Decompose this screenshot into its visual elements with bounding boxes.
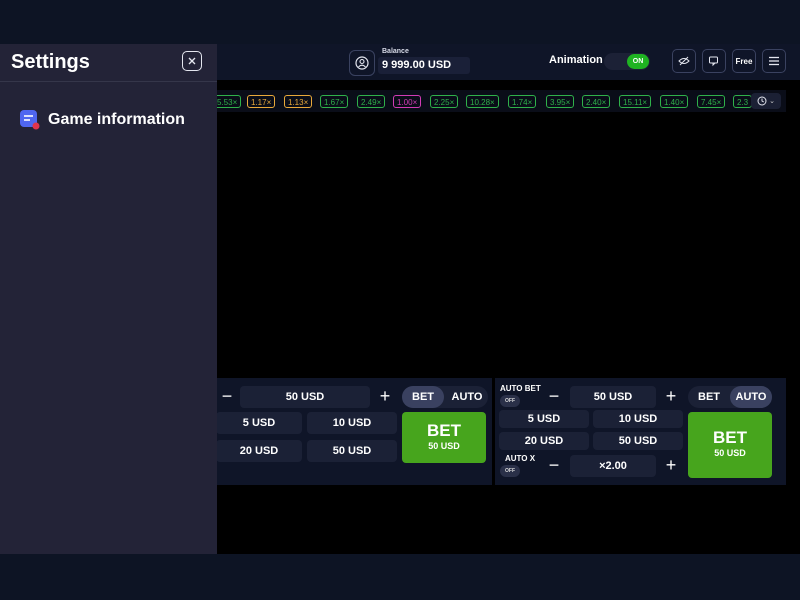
quick-amount-20[interactable]: 20 USD xyxy=(499,432,589,450)
multiplier-chip: 2.25× xyxy=(430,95,459,108)
history-button[interactable]: ⌄ xyxy=(751,93,781,109)
multiplier-chip: 2.3 xyxy=(733,95,753,108)
user-icon xyxy=(355,56,369,70)
multiplier-chip: 2.40× xyxy=(582,95,611,108)
balance-value: 9 999.00 USD xyxy=(378,57,470,74)
multiplier-history: 5.53× 1.17× 1.13× 1.67× 2.49× 1.00× 2.25× 10.28… xyxy=(213,90,786,112)
bet-amount-input[interactable]: 50 USD xyxy=(570,386,656,408)
bet-button[interactable]: BET 50 USD xyxy=(688,412,772,478)
menu-button[interactable] xyxy=(762,49,786,73)
profile-button[interactable] xyxy=(349,50,375,76)
decrease-multiplier-button[interactable]: − xyxy=(543,455,565,477)
free-bets-button[interactable]: Free xyxy=(732,49,756,73)
auto-x-toggle[interactable]: OFF xyxy=(500,465,520,477)
bet-button-label: BET xyxy=(713,428,747,447)
chat-button[interactable] xyxy=(702,49,726,73)
multiplier-chip: 1.74× xyxy=(508,95,537,108)
quick-amount-10[interactable]: 10 USD xyxy=(307,412,397,434)
quick-amount-20[interactable]: 20 USD xyxy=(216,440,302,462)
quick-amount-50[interactable]: 50 USD xyxy=(307,440,397,462)
chat-icon xyxy=(709,56,718,67)
game-info-icon xyxy=(20,110,40,130)
settings-title: Settings xyxy=(11,51,90,73)
auto-bet-label: AUTO BET xyxy=(500,384,541,393)
increase-multiplier-button[interactable]: + xyxy=(660,455,682,477)
quick-amount-10[interactable]: 10 USD xyxy=(593,410,683,428)
tab-auto[interactable]: AUTO xyxy=(446,386,488,408)
multiplier-chip: 1.13× xyxy=(284,95,313,108)
auto-x-label: AUTO X xyxy=(505,454,536,463)
balance-label: Balance xyxy=(382,48,409,55)
decrease-amount-button[interactable]: − xyxy=(216,386,238,408)
chevron-down-icon: ⌄ xyxy=(769,98,775,105)
bet-button-amount: 50 USD xyxy=(714,448,746,458)
bet-button-label: BET xyxy=(427,421,461,440)
multiplier-chip: 1.67× xyxy=(320,95,349,108)
tab-bet[interactable]: BET xyxy=(402,386,444,408)
bet-panel-1: − 50 USD + BET AUTO 5 USD 10 USD 20 USD … xyxy=(216,378,492,485)
hamburger-icon xyxy=(769,56,779,66)
bet-amount-input[interactable]: 50 USD xyxy=(240,386,370,408)
bottom-band xyxy=(0,554,800,600)
settings-item-game-information[interactable]: Game information xyxy=(20,110,185,130)
quick-amount-50[interactable]: 50 USD xyxy=(593,432,683,450)
quick-amount-5[interactable]: 5 USD xyxy=(216,412,302,434)
increase-amount-button[interactable]: + xyxy=(374,386,396,408)
bet-mode-tabs: BET AUTO xyxy=(688,386,772,408)
multiplier-chip: 3.95× xyxy=(546,95,575,108)
quick-amount-5[interactable]: 5 USD xyxy=(499,410,589,428)
auto-cashout-input[interactable]: ×2.00 xyxy=(570,455,656,477)
animation-toggle-state: ON xyxy=(627,54,649,69)
animation-toggle[interactable]: ON xyxy=(604,53,650,70)
decrease-amount-button[interactable]: − xyxy=(543,386,565,408)
clock-icon xyxy=(757,96,767,106)
eye-off-icon xyxy=(678,56,690,66)
bet-button[interactable]: BET 50 USD xyxy=(402,412,486,463)
settings-item-label: Game information xyxy=(48,111,185,128)
multiplier-chip: 1.00× xyxy=(393,95,422,108)
bet-button-amount: 50 USD xyxy=(428,441,460,451)
multiplier-chip: 1.40× xyxy=(660,95,689,108)
increase-amount-button[interactable]: + xyxy=(660,386,682,408)
tab-bet[interactable]: BET xyxy=(688,386,730,408)
multiplier-chip: 2.49× xyxy=(357,95,386,108)
auto-bet-toggle[interactable]: OFF xyxy=(500,395,520,407)
multiplier-chip: 7.45× xyxy=(697,95,726,108)
hide-chat-button[interactable] xyxy=(672,49,696,73)
settings-divider xyxy=(0,81,217,82)
bet-mode-tabs: BET AUTO xyxy=(402,386,488,408)
bet-panel-2: AUTO BET OFF − 50 USD + BET AUTO 5 USD 1… xyxy=(495,378,786,485)
multiplier-chip: 10.28× xyxy=(466,95,499,108)
top-band xyxy=(0,0,800,44)
tab-auto[interactable]: AUTO xyxy=(730,386,772,408)
multiplier-chip: 5.53× xyxy=(213,95,242,108)
multiplier-chip: 1.17× xyxy=(247,95,276,108)
close-icon xyxy=(188,57,196,65)
animation-label: Animation xyxy=(549,54,603,66)
close-settings-button[interactable] xyxy=(182,51,202,71)
multiplier-chip: 15.11× xyxy=(619,95,652,108)
